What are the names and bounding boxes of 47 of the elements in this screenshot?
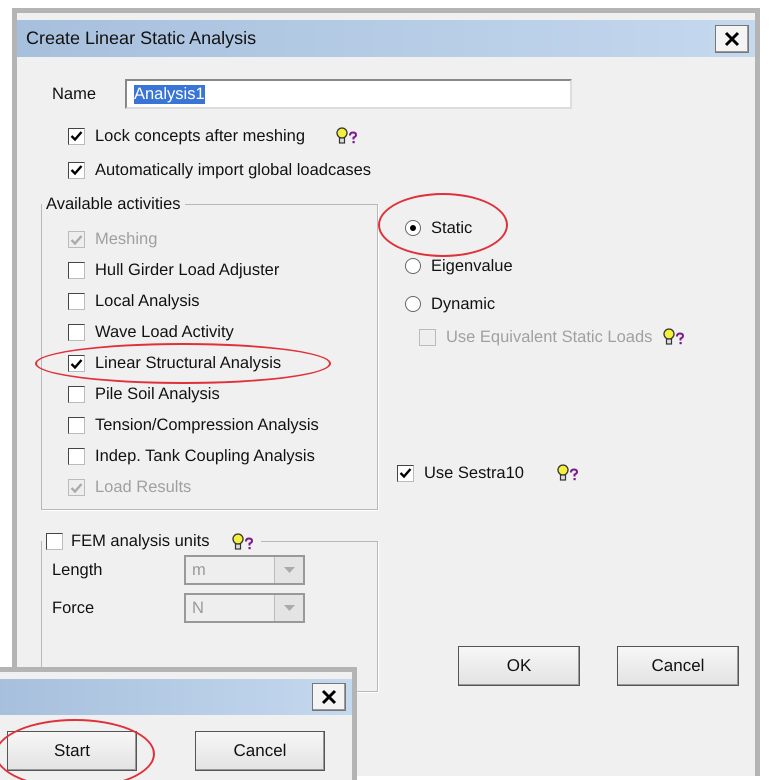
checkbox-label: Use Sestra10 (424, 464, 524, 482)
window-title: Create Linear Static Analysis (26, 28, 256, 49)
close-icon (724, 30, 740, 46)
radio-button[interactable] (405, 220, 421, 236)
name-field[interactable]: Analysis1 (125, 79, 572, 109)
activity-label: Wave Load Activity (95, 323, 234, 342)
checkbox[interactable] (68, 293, 85, 310)
dialog-button[interactable]: Cancel (617, 646, 739, 686)
checkbox[interactable] (68, 417, 85, 434)
activity-label: Pile Soil Analysis (95, 385, 220, 404)
group-title: Available activities (45, 195, 182, 214)
checkbox-label: Lock concepts after meshing (95, 126, 306, 146)
checkbox-label: Automatically import global loadcases (95, 160, 372, 180)
group-title: FEM analysis units (71, 532, 210, 551)
checkbox[interactable] (397, 464, 414, 482)
dialog-button[interactable]: Start (7, 731, 137, 771)
dropdown-arrow-icon (284, 605, 294, 611)
unit-label: Force (52, 598, 96, 618)
radio-label: Static (431, 218, 472, 238)
activity-label: Linear Structural Analysis (95, 354, 282, 373)
checkbox[interactable] (68, 162, 85, 178)
checkbox[interactable] (68, 128, 85, 144)
close-button[interactable] (715, 24, 749, 52)
radio-label: Eigenvalue (431, 256, 513, 276)
dialog-button[interactable]: OK (458, 646, 580, 686)
dialog-button[interactable]: Cancel (195, 731, 325, 771)
radio-button[interactable] (405, 296, 421, 312)
close-button[interactable] (312, 683, 346, 711)
radio-label: Dynamic (431, 294, 496, 314)
activity-label: Tension/Compression Analysis (95, 416, 319, 435)
checkbox[interactable] (68, 262, 85, 279)
checkbox[interactable] (68, 386, 85, 403)
close-icon (321, 689, 337, 705)
checkbox-label: Use Equivalent Static Loads (446, 328, 652, 346)
activity-label: Load Results (95, 478, 192, 497)
checkbox[interactable] (68, 355, 85, 372)
dropdown-arrow-icon (284, 567, 294, 573)
checkbox[interactable] (68, 324, 85, 341)
activity-label: Meshing (95, 230, 158, 249)
activity-label: Indep. Tank Coupling Analysis (95, 447, 315, 466)
name-label: Name (52, 84, 98, 104)
unit-label: Length (52, 560, 104, 580)
activity-label: Local Analysis (95, 292, 200, 311)
checkbox[interactable] (68, 448, 85, 465)
activity-label: Hull Girder Load Adjuster (95, 261, 280, 280)
checkbox[interactable] (46, 533, 63, 550)
radio-button[interactable] (405, 258, 421, 274)
